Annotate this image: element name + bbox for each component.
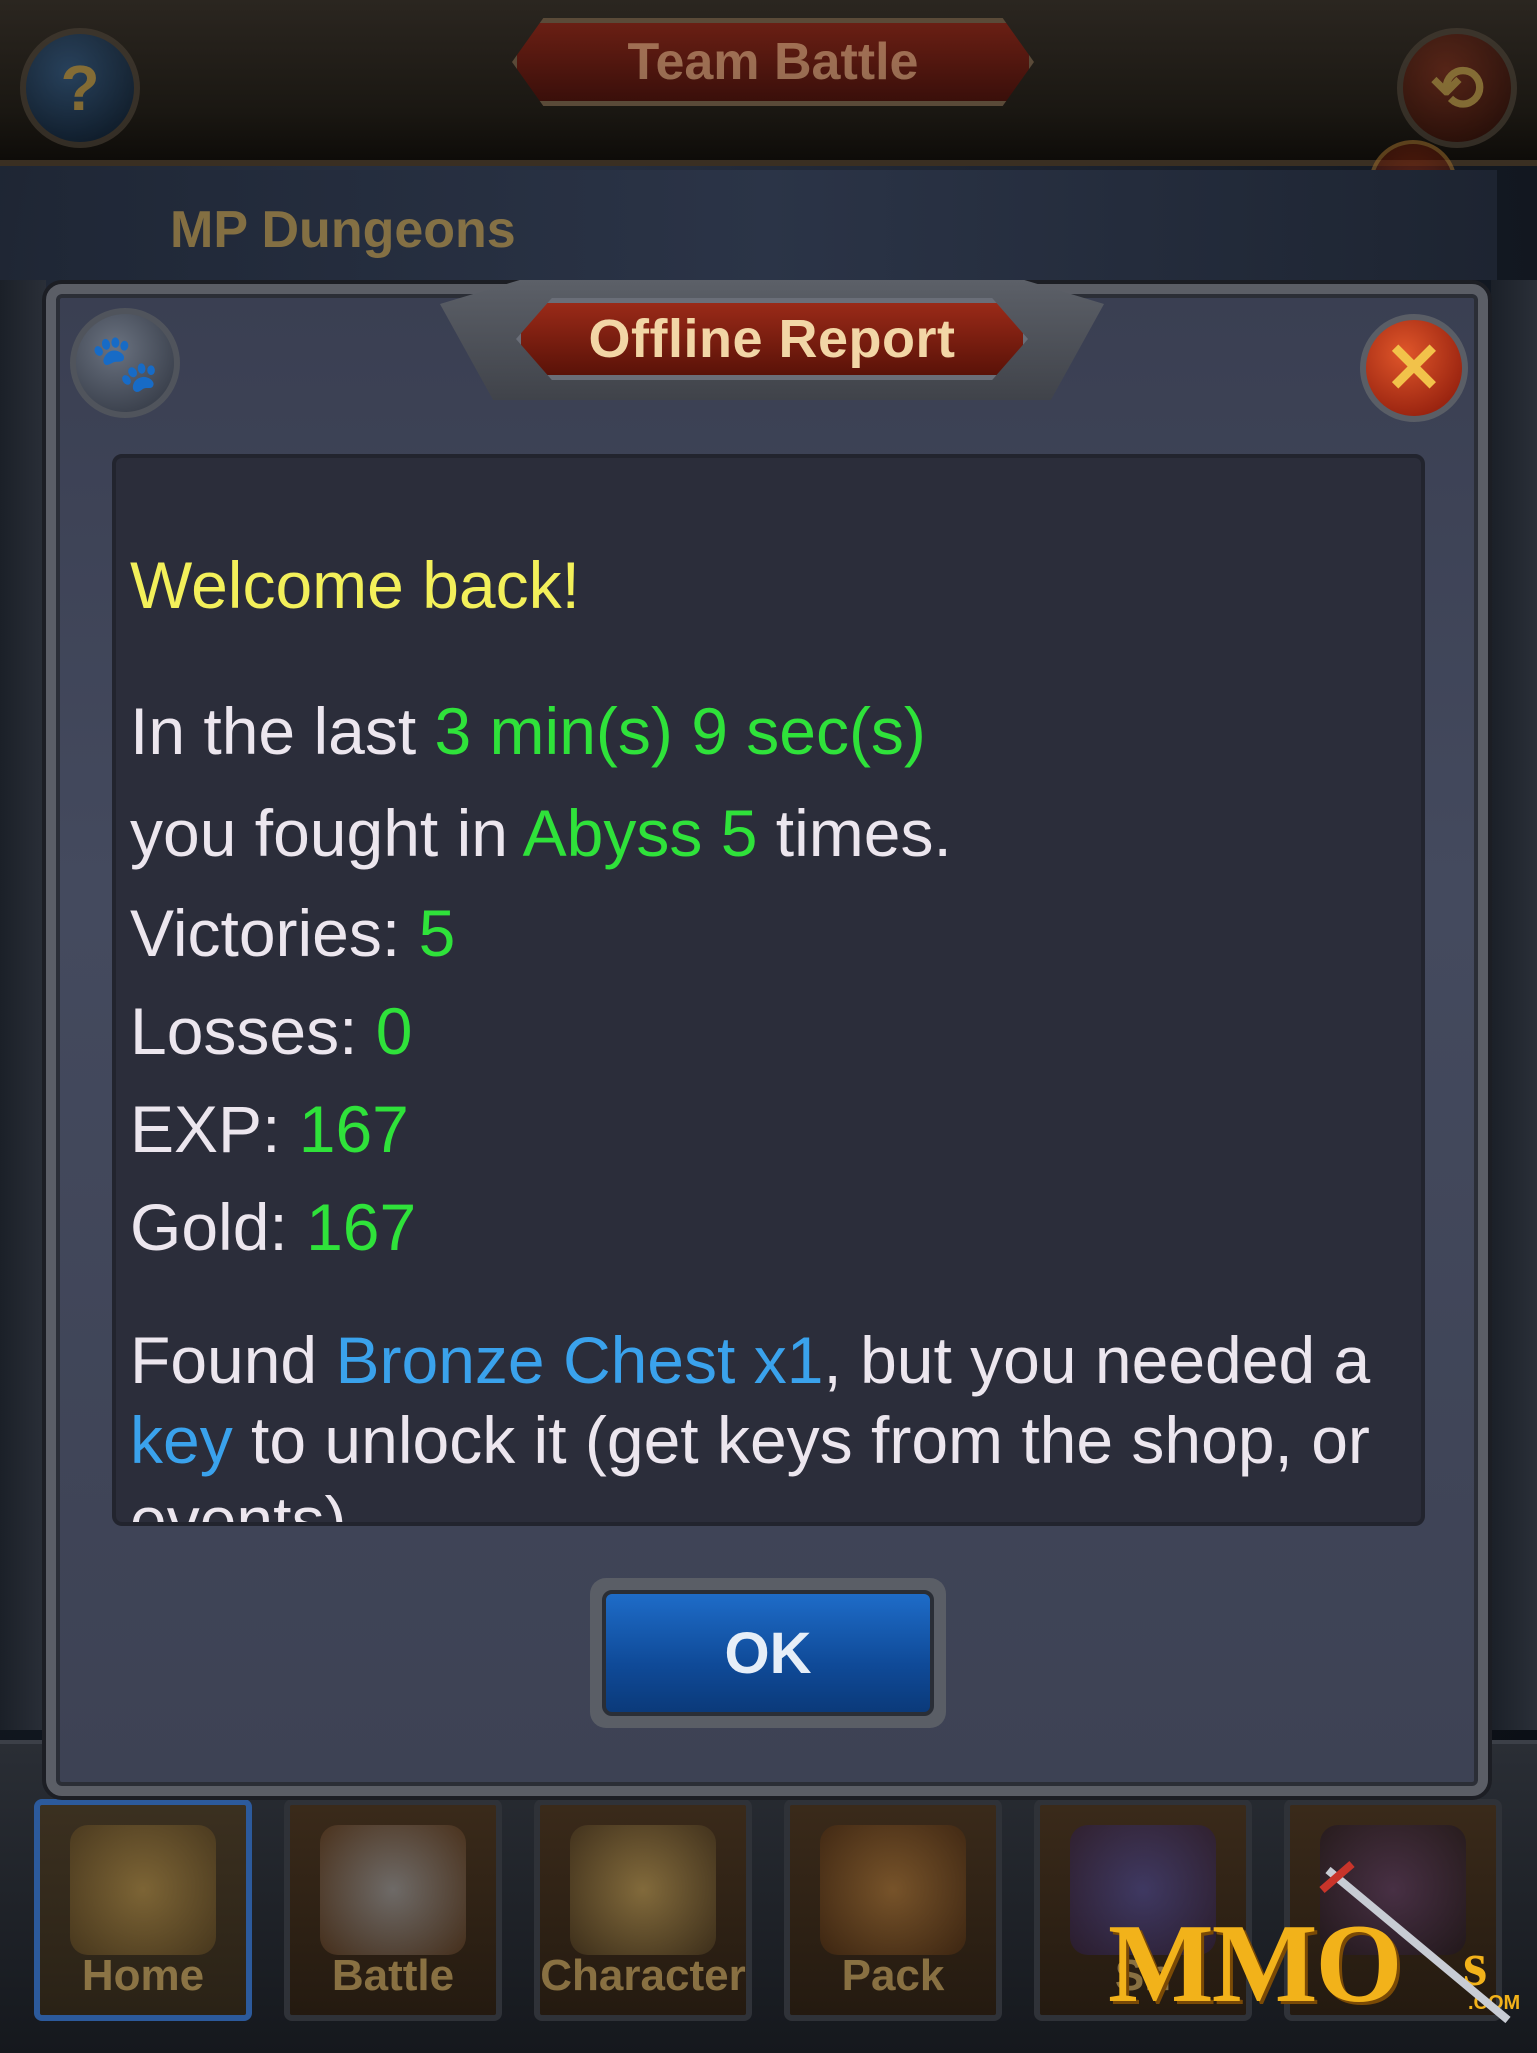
- duration-line: In the last 3 min(s) 9 sec(s): [130, 698, 926, 764]
- fights-suffix: times.: [757, 796, 952, 870]
- exp-value: 167: [298, 1092, 409, 1166]
- ok-label: OK: [724, 1620, 812, 1686]
- nav-label: Pack: [841, 1951, 945, 2000]
- losses-label: Losses:: [130, 994, 376, 1068]
- section-subtitle: MP Dungeons: [170, 201, 516, 259]
- sword-logo-icon: [1319, 1860, 1511, 2024]
- losses-value: 0: [375, 994, 413, 1068]
- armor-icon: [570, 1825, 716, 1955]
- backpack-icon: [820, 1825, 966, 1955]
- nav-character[interactable]: Character: [534, 1799, 752, 2021]
- fights-line: you fought in Abyss 5 times.: [130, 800, 952, 866]
- back-button[interactable]: ⟲: [1397, 28, 1517, 148]
- gold-value: 167: [306, 1190, 417, 1264]
- victories-label: Victories:: [130, 896, 419, 970]
- home-icon: [70, 1825, 216, 1955]
- found-middle: , but you needed a: [823, 1323, 1371, 1397]
- exp-line: EXP: 167: [130, 1096, 409, 1162]
- losses-line: Losses: 0: [130, 998, 413, 1064]
- gold-label: Gold:: [130, 1190, 307, 1264]
- nav-battle[interactable]: Battle: [284, 1799, 502, 2021]
- nav-label: Battle: [331, 1951, 455, 2000]
- screen-title-plate: Team Battle: [512, 18, 1034, 106]
- fights-prefix: you fought in: [130, 796, 523, 870]
- screen-title: Team Battle: [627, 33, 919, 91]
- ok-button-face: OK: [602, 1590, 934, 1716]
- duration-prefix: In the last: [130, 694, 435, 768]
- right-frame: [1491, 280, 1537, 1730]
- close-icon: ✕: [1384, 329, 1444, 407]
- nav-home[interactable]: Home: [34, 1799, 252, 2021]
- report-panel[interactable]: Welcome back! In the last 3 min(s) 9 sec…: [112, 454, 1425, 1526]
- dialog-title-plate: Offline Report: [516, 298, 1028, 380]
- mmos-watermark-logo: MMO s .COM: [1108, 1860, 1528, 2026]
- paw-icon: 🐾: [90, 331, 160, 394]
- gold-line: Gold: 167: [130, 1194, 416, 1260]
- close-button[interactable]: ✕: [1360, 314, 1468, 422]
- location-value: Abyss 5: [522, 796, 758, 870]
- victories-value: 5: [418, 896, 456, 970]
- help-icon: ?: [60, 52, 100, 124]
- ok-button[interactable]: OK: [590, 1578, 946, 1728]
- nav-label: Character: [540, 1951, 746, 2000]
- welcome-text: Welcome back!: [130, 548, 580, 622]
- key-word: key: [130, 1403, 233, 1477]
- found-paragraph: Found Bronze Chest x1, but you needed a k…: [130, 1320, 1400, 1526]
- paw-button[interactable]: 🐾: [70, 308, 180, 418]
- found-prefix: Found: [130, 1323, 336, 1397]
- exp-label: EXP:: [130, 1092, 299, 1166]
- nav-pack[interactable]: Pack: [784, 1799, 1002, 2021]
- left-frame: [0, 280, 46, 1730]
- found-item: Bronze Chest x1: [335, 1323, 824, 1397]
- sword-icon: [320, 1825, 466, 1955]
- found-suffix: to unlock it (get keys from the shop, or…: [130, 1403, 1370, 1526]
- dialog-title: Offline Report: [588, 309, 956, 369]
- victories-line: Victories: 5: [130, 900, 455, 966]
- nav-label: Home: [81, 1951, 205, 2000]
- help-button[interactable]: ?: [20, 28, 140, 148]
- duration-value: 3 min(s) 9 sec(s): [434, 694, 926, 768]
- back-icon: ⟲: [1430, 51, 1484, 124]
